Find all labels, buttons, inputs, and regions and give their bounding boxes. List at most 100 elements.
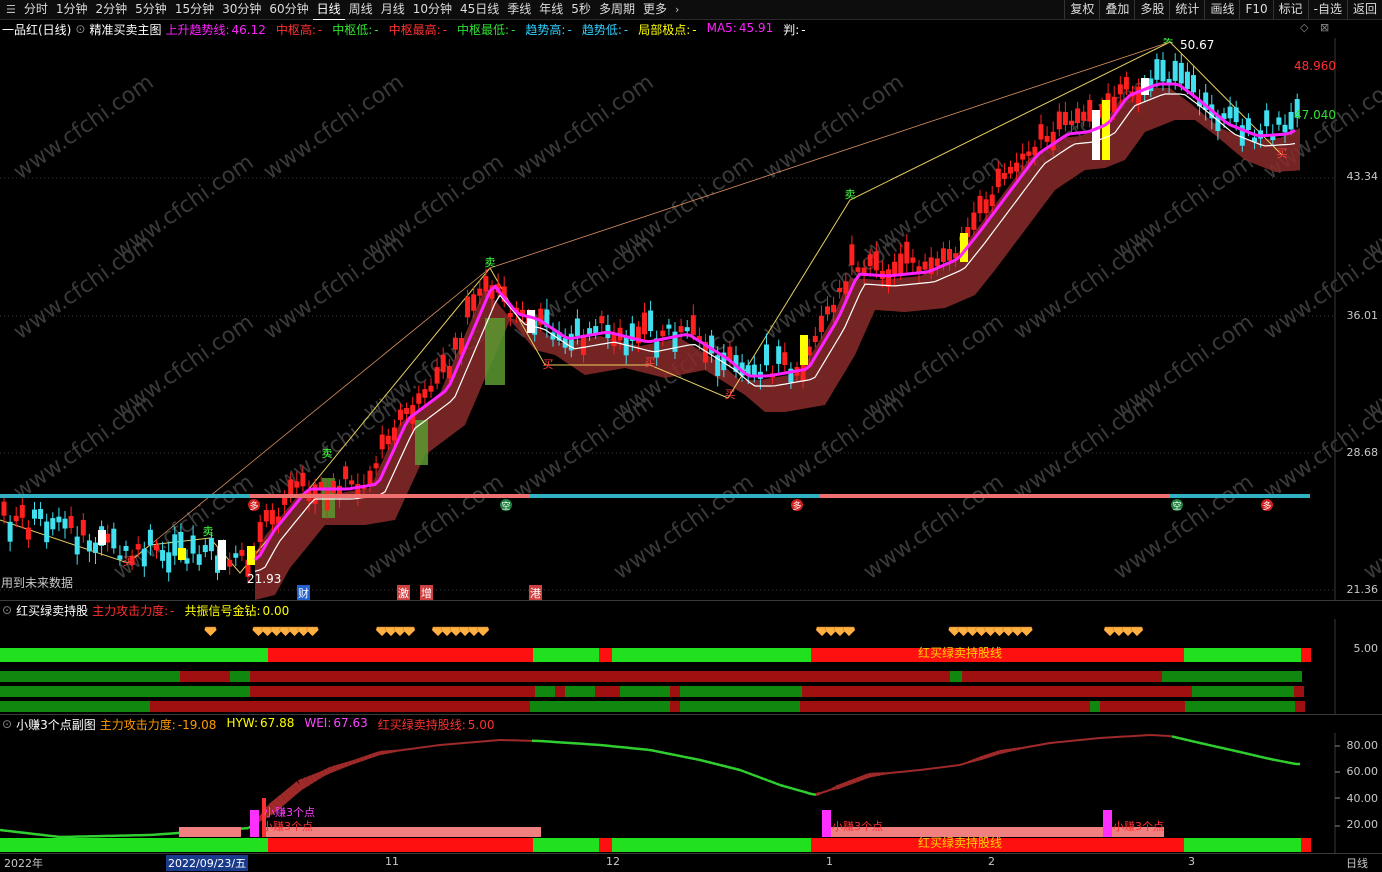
timeframe-tab[interactable]: 5分钟 xyxy=(131,0,171,19)
timeframe-tab[interactable]: 60分钟 xyxy=(265,0,312,19)
toolbar-button[interactable]: 复权 xyxy=(1064,0,1099,19)
wei-line xyxy=(740,770,744,772)
wei-line xyxy=(1036,745,1040,746)
timeframe-tab[interactable]: 15分钟 xyxy=(171,0,218,19)
timeframe-tab[interactable]: 1分钟 xyxy=(52,0,92,19)
watermark: www.cfchi.com xyxy=(509,390,658,505)
wei-line xyxy=(396,750,400,751)
toolbar-button[interactable]: 多股 xyxy=(1134,0,1169,19)
event-tag[interactable]: 财 xyxy=(297,585,310,601)
timeframe-tab[interactable]: 更多 xyxy=(639,0,671,19)
timeframe-tab[interactable]: 周线 xyxy=(345,0,377,19)
wei-line xyxy=(816,793,820,794)
wei-line xyxy=(344,764,348,765)
indicator-value: 共振信号金钻:0.00 xyxy=(184,602,293,619)
signal-candle xyxy=(247,546,255,565)
event-tag[interactable]: 港 xyxy=(529,585,542,601)
timeframe-tab[interactable]: 30分钟 xyxy=(218,0,265,19)
hold-band xyxy=(0,648,268,662)
timeframe-tab[interactable]: 分时 xyxy=(20,0,52,19)
indicator-value: 主力攻击力度:- xyxy=(92,602,178,619)
wei-line xyxy=(1196,742,1200,743)
toolbar-button[interactable]: 统计 xyxy=(1169,0,1204,19)
sub2-name[interactable]: 小赚3个点副图 xyxy=(16,716,96,733)
state-band-3 xyxy=(1294,686,1304,697)
candle-body xyxy=(1136,87,1141,105)
toolbar-button[interactable]: 标记 xyxy=(1273,0,1308,19)
wei-line xyxy=(1264,758,1268,759)
wei-line xyxy=(404,749,408,750)
diamond-icon[interactable]: ◇ xyxy=(1300,21,1308,34)
sub1-toggle-icon[interactable]: ⊙ xyxy=(2,603,12,617)
sell-mark: 卖 xyxy=(1163,38,1174,45)
indicator-label: MA5: xyxy=(707,21,737,35)
toolbar-button[interactable]: 画线 xyxy=(1204,0,1239,19)
hold-band xyxy=(599,648,612,662)
candle-body xyxy=(435,367,440,383)
sub1-chart[interactable] xyxy=(0,619,1382,715)
date-month-12: 12 xyxy=(606,855,620,868)
wei-line xyxy=(380,752,384,753)
wei-line xyxy=(920,770,924,771)
hold-band xyxy=(1184,648,1301,662)
candle-body xyxy=(843,281,848,294)
event-tag[interactable]: 激 xyxy=(397,585,410,601)
candle-body xyxy=(941,248,946,262)
timeframe-tab[interactable]: 年线 xyxy=(535,0,567,19)
sub2-band-label: 红买绿卖持股线 xyxy=(918,834,1002,851)
wei-line xyxy=(972,760,976,761)
candle-body xyxy=(691,315,696,335)
sub2-chart[interactable] xyxy=(0,733,1382,853)
state-band-2 xyxy=(0,671,180,682)
hold-band xyxy=(612,838,681,852)
indicator-value: WEI:67.63 xyxy=(304,716,371,733)
date-cursor: 2022/09/23/五 xyxy=(166,855,248,871)
wei-line xyxy=(832,788,836,790)
toolbar-button[interactable]: -自选 xyxy=(1308,0,1347,19)
close-icon[interactable]: ⊠ xyxy=(1320,21,1329,34)
timeframe-tab[interactable]: 2分钟 xyxy=(92,0,132,19)
wei-line xyxy=(660,752,664,753)
timeframe-tab[interactable]: 季线 xyxy=(503,0,535,19)
candle-body xyxy=(172,534,177,555)
wei-line xyxy=(316,775,320,777)
candle-body xyxy=(825,306,830,314)
candle-body xyxy=(764,344,769,365)
sell-mark: 卖 xyxy=(845,188,856,201)
gold-diamond-icon xyxy=(307,627,319,636)
timeframe-tab[interactable]: 日线 xyxy=(313,0,345,20)
sub2-toggle-icon[interactable]: ⊙ xyxy=(2,717,12,731)
sub1-name[interactable]: 红买绿卖持股 xyxy=(16,602,88,619)
candle-body xyxy=(392,428,397,441)
wei-line xyxy=(1248,754,1252,755)
wei-line xyxy=(392,751,396,752)
timeframe-tab[interactable]: 45日线 xyxy=(456,0,503,19)
candle-body xyxy=(990,195,995,207)
wei-line xyxy=(844,783,848,785)
candle-body xyxy=(422,389,427,398)
wei-line xyxy=(648,750,652,751)
indicator-name[interactable]: 精准买卖主图 xyxy=(89,21,161,38)
event-tag[interactable]: 增 xyxy=(420,585,433,601)
period-label[interactable]: 日线 xyxy=(1346,855,1368,871)
wei-line xyxy=(712,763,716,764)
hold-band xyxy=(1301,838,1311,852)
indicator-toggle-icon[interactable]: ⊙ xyxy=(75,22,85,36)
chevron-right-icon[interactable]: › xyxy=(671,3,683,16)
timeframe-tab[interactable]: 10分钟 xyxy=(409,0,456,19)
timeframe-tab[interactable]: 多周期 xyxy=(595,0,639,19)
hold-band xyxy=(599,838,612,852)
price-chart[interactable]: www.cfchi.comwww.cfchi.comwww.cfchi.comw… xyxy=(0,38,1382,600)
timeframe-tab[interactable]: 月线 xyxy=(377,0,409,19)
wei-line xyxy=(324,771,328,773)
timeframe-tab[interactable]: 5秒 xyxy=(567,0,595,19)
toolbar-button[interactable]: 返回 xyxy=(1347,0,1382,19)
candle-body xyxy=(1075,108,1080,123)
candle-body xyxy=(14,516,19,521)
menu-icon[interactable]: ☰ xyxy=(2,3,20,16)
toolbar-button[interactable]: F10 xyxy=(1239,0,1272,19)
band-signal-text: 空 xyxy=(1172,500,1181,512)
sub2-axis-label: 20.00 xyxy=(1347,818,1379,831)
toolbar-button[interactable]: 叠加 xyxy=(1099,0,1134,19)
candle-body xyxy=(904,242,909,264)
